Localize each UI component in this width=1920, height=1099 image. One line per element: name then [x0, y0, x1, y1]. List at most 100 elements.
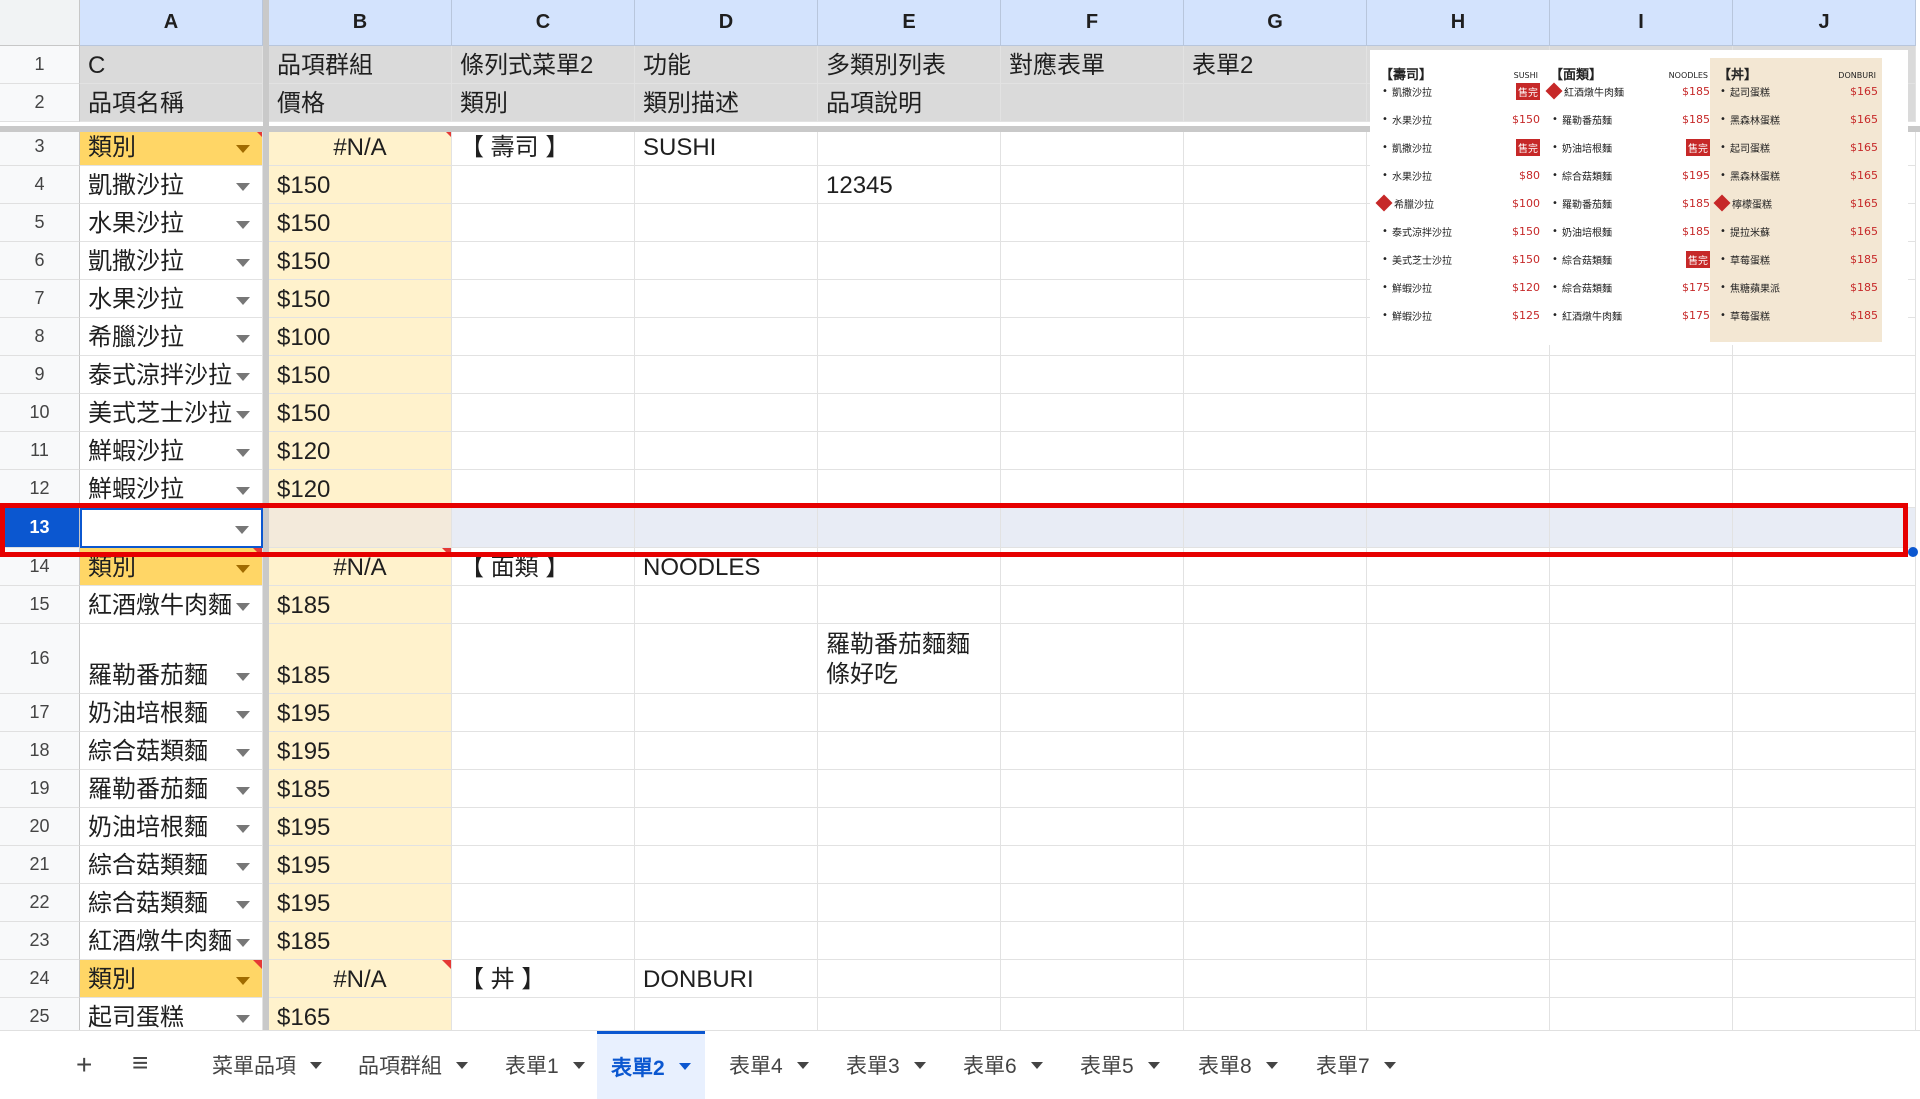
cell-h18[interactable]: [1367, 732, 1550, 770]
cell-b16[interactable]: $185: [269, 624, 452, 694]
cell-g14[interactable]: [1184, 548, 1367, 586]
cell-e19[interactable]: [818, 770, 1001, 808]
cell-b9[interactable]: $150: [269, 356, 452, 394]
cell-d8[interactable]: [635, 318, 818, 356]
cell-g6[interactable]: [1184, 242, 1367, 280]
embedded-menu-image[interactable]: 【壽司】 SUSHI • 凱撒沙拉 售完 • 水果沙拉 $150 • 凱撒沙拉 售完 • 水果沙拉 $80…: [1370, 50, 1908, 345]
cell-b18[interactable]: $195: [269, 732, 452, 770]
row-header-23[interactable]: 23: [0, 922, 80, 960]
cell-f6[interactable]: [1001, 242, 1184, 280]
cell-h20[interactable]: [1367, 808, 1550, 846]
row-header-7[interactable]: 7: [0, 280, 80, 318]
cell-j18[interactable]: [1733, 732, 1916, 770]
cell-h12[interactable]: [1367, 470, 1550, 508]
column-header-g[interactable]: G: [1184, 0, 1367, 46]
chevron-down-icon[interactable]: [1265, 1061, 1278, 1069]
chevron-down-icon[interactable]: [236, 901, 250, 909]
cell-a2[interactable]: 品項名稱: [80, 84, 263, 122]
sheet-tab-1[interactable]: 菜單品項: [198, 1031, 336, 1099]
cell-e3[interactable]: [818, 128, 1001, 166]
cell-b4[interactable]: $150: [269, 166, 452, 204]
cell-a13[interactable]: [80, 508, 263, 548]
chevron-down-icon[interactable]: [236, 1015, 250, 1023]
cell-d5[interactable]: [635, 204, 818, 242]
cell-d12[interactable]: [635, 470, 818, 508]
cell-b1[interactable]: 品項群組: [269, 46, 452, 84]
select-all-corner[interactable]: [0, 0, 80, 46]
cell-h14[interactable]: [1367, 548, 1550, 586]
cell-f10[interactable]: [1001, 394, 1184, 432]
cell-a20[interactable]: 奶油培根麵: [80, 808, 263, 846]
cell-b12[interactable]: $120: [269, 470, 452, 508]
cell-g21[interactable]: [1184, 846, 1367, 884]
cell-f7[interactable]: [1001, 280, 1184, 318]
cell-a9[interactable]: 泰式涼拌沙拉: [80, 356, 263, 394]
cell-j16[interactable]: [1733, 624, 1916, 694]
cell-i15[interactable]: [1550, 586, 1733, 624]
cell-b25[interactable]: $165: [269, 998, 452, 1030]
cell-j24[interactable]: [1733, 960, 1916, 998]
cell-c24[interactable]: 【 丼 】: [452, 960, 635, 998]
cell-f1[interactable]: 對應表單: [1001, 46, 1184, 84]
cell-a15[interactable]: 紅酒燉牛肉麵: [80, 586, 263, 624]
cell-g25[interactable]: [1184, 998, 1367, 1030]
cell-d20[interactable]: [635, 808, 818, 846]
cell-j14[interactable]: [1733, 548, 1916, 586]
cell-b7[interactable]: $150: [269, 280, 452, 318]
cell-j12[interactable]: [1733, 470, 1916, 508]
cell-j19[interactable]: [1733, 770, 1916, 808]
cell-j13[interactable]: [1733, 508, 1916, 548]
cell-b3[interactable]: #N/A: [269, 128, 452, 166]
cell-e14[interactable]: [818, 548, 1001, 586]
cell-c21[interactable]: [452, 846, 635, 884]
cell-f5[interactable]: [1001, 204, 1184, 242]
row-header-11[interactable]: 11: [0, 432, 80, 470]
column-header-f[interactable]: F: [1001, 0, 1184, 46]
cell-a10[interactable]: 美式芝士沙拉: [80, 394, 263, 432]
cell-f25[interactable]: [1001, 998, 1184, 1030]
sheet-tab-8[interactable]: 表單5: [1066, 1031, 1174, 1099]
cell-e7[interactable]: [818, 280, 1001, 318]
cell-a5[interactable]: 水果沙拉: [80, 204, 263, 242]
frozen-column-divider[interactable]: [263, 0, 269, 1030]
cell-e17[interactable]: [818, 694, 1001, 732]
cell-e10[interactable]: [818, 394, 1001, 432]
chevron-down-icon[interactable]: [236, 825, 250, 833]
chevron-down-icon[interactable]: [236, 259, 250, 267]
cell-h25[interactable]: [1367, 998, 1550, 1030]
chevron-down-icon[interactable]: [236, 711, 250, 719]
cell-a22[interactable]: 綜合菇類麵: [80, 884, 263, 922]
cell-j25[interactable]: [1733, 998, 1916, 1030]
cell-f3[interactable]: [1001, 128, 1184, 166]
cell-c1[interactable]: 條列式菜單2: [452, 46, 635, 84]
cell-d23[interactable]: [635, 922, 818, 960]
sheet-tab-2[interactable]: 品項群組: [344, 1031, 482, 1099]
cell-c18[interactable]: [452, 732, 635, 770]
cell-h11[interactable]: [1367, 432, 1550, 470]
cell-e15[interactable]: [818, 586, 1001, 624]
cell-f9[interactable]: [1001, 356, 1184, 394]
cell-d19[interactable]: [635, 770, 818, 808]
chevron-down-icon[interactable]: [236, 673, 250, 681]
cell-h21[interactable]: [1367, 846, 1550, 884]
cell-a17[interactable]: 奶油培根麵: [80, 694, 263, 732]
menu-list-icon[interactable]: ≡: [132, 1047, 148, 1079]
chevron-down-icon[interactable]: [236, 603, 250, 611]
cell-a16[interactable]: 羅勒番茄麵: [80, 624, 263, 694]
cell-g24[interactable]: [1184, 960, 1367, 998]
row-header-4[interactable]: 4: [0, 166, 80, 204]
cell-d2[interactable]: 類別描述: [635, 84, 818, 122]
cell-g17[interactable]: [1184, 694, 1367, 732]
cell-a19[interactable]: 羅勒番茄麵: [80, 770, 263, 808]
cell-h10[interactable]: [1367, 394, 1550, 432]
cell-e21[interactable]: [818, 846, 1001, 884]
row-header-2[interactable]: 2: [0, 84, 80, 122]
row-header-16[interactable]: 16: [0, 624, 80, 694]
cell-b17[interactable]: $195: [269, 694, 452, 732]
cell-g7[interactable]: [1184, 280, 1367, 318]
cell-f24[interactable]: [1001, 960, 1184, 998]
cell-c4[interactable]: [452, 166, 635, 204]
cell-c23[interactable]: [452, 922, 635, 960]
chevron-down-icon[interactable]: [236, 787, 250, 795]
cell-d22[interactable]: [635, 884, 818, 922]
